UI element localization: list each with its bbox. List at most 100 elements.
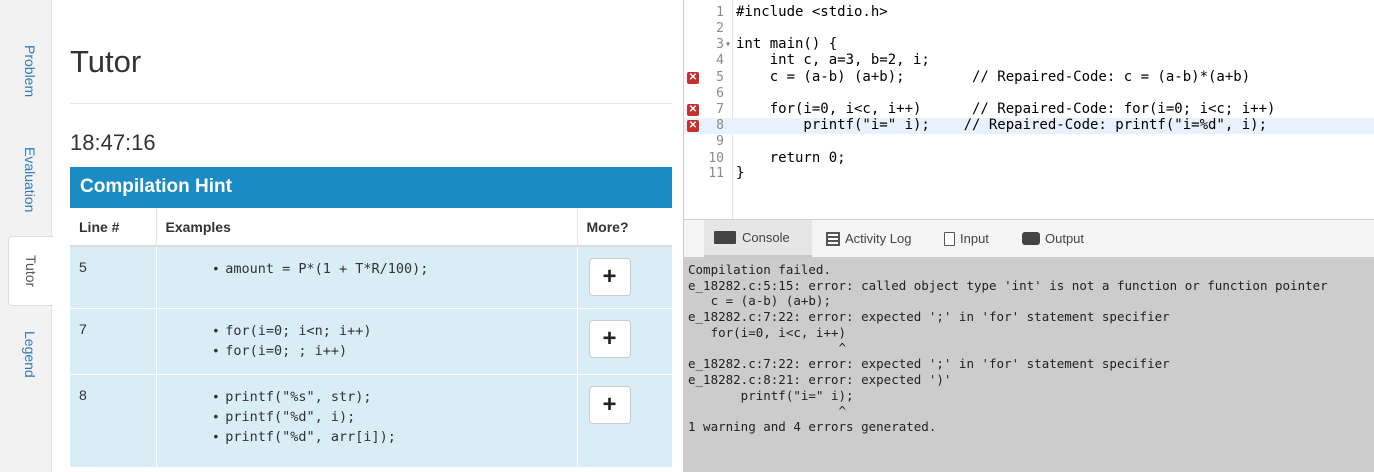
code-text: return 0; bbox=[736, 149, 846, 166]
tab-label: Input bbox=[960, 231, 989, 246]
code-text: c = (a-b) (a+b); // Repaired-Code: c = (… bbox=[736, 68, 1251, 85]
table-row: 7 for(i=0; i<n; i++) for(i=0; ; i++) + bbox=[70, 308, 672, 375]
code-text: int main() { bbox=[736, 36, 838, 52]
code-text: #include <stdio.h> bbox=[736, 4, 888, 20]
code-line[interactable]: ✕ 5 c = (a-b) (a+b); // Repaired-Code: c … bbox=[684, 68, 1374, 86]
code-line[interactable]: 4 int c, a=3, b=2, i; bbox=[684, 52, 1374, 69]
printer-icon bbox=[1022, 232, 1040, 245]
more-button[interactable]: + bbox=[588, 320, 631, 358]
line-number: 2 bbox=[716, 20, 724, 36]
error-marker-icon[interactable]: ✕ bbox=[687, 103, 699, 116]
tutor-panel: Tutor 18:47:16 Compilation Hint Line # E… bbox=[70, 0, 672, 472]
example-item: amount = P*(1 + T*R/100); bbox=[214, 259, 568, 279]
console-line: e_18282.c:5:15: error: called object typ… bbox=[688, 277, 1328, 293]
more-cell: + bbox=[576, 308, 672, 375]
console-line: c = (a-b) (a+b); bbox=[688, 293, 831, 309]
console-line: e_18282.c:7:22: error: expected ';' in '… bbox=[688, 309, 1170, 325]
code-line[interactable]: 9 bbox=[684, 134, 1374, 150]
code-line[interactable]: 2 bbox=[684, 21, 1374, 37]
code-line[interactable]: ✕ 8 printf("i=" i); // Repaired-Code: pri… bbox=[684, 117, 1374, 134]
list-icon bbox=[826, 231, 840, 246]
console-line: e_18282.c:8:21: error: expected ')' bbox=[688, 371, 952, 387]
side-tab-label: Evaluation bbox=[22, 147, 38, 213]
line-number: 10 bbox=[708, 150, 724, 166]
side-tab-strip: Problem Evaluation Tutor Legend bbox=[0, 0, 53, 472]
examples-cell: for(i=0; i<n; i++) for(i=0; ; i++) bbox=[155, 308, 577, 375]
console-line: for(i=0, i<c, i++) bbox=[688, 324, 847, 340]
tab-output[interactable]: Output bbox=[1012, 220, 1094, 257]
code-editor[interactable]: 1 #include <stdio.h> 2 3 ▾ int main() {4 int … bbox=[683, 0, 1374, 219]
table-header-row: Line # Examples More? bbox=[70, 208, 672, 247]
code-text: printf("i=" i); // Repaired-Code: printf… bbox=[736, 117, 1268, 133]
code-text: for(i=0, i<c, i++) // Repaired-Code: for… bbox=[736, 100, 1276, 117]
timer: 18:47:16 bbox=[70, 130, 156, 155]
tab-console[interactable]: Console bbox=[704, 220, 812, 257]
console-line: 1 warning and 4 errors generated. bbox=[688, 418, 937, 434]
console-line: Compilation failed. bbox=[688, 262, 831, 277]
side-tab-label: Problem bbox=[22, 44, 38, 98]
file-icon bbox=[944, 231, 955, 246]
column-header-line: Line # bbox=[70, 208, 156, 247]
table-row: 5 amount = P*(1 + T*R/100); + bbox=[70, 245, 672, 309]
example-item: printf("%d", arr[i]); bbox=[214, 427, 568, 447]
example-item: printf("%d", i); bbox=[214, 407, 568, 427]
line-number: 8 bbox=[716, 118, 724, 133]
side-tab-label: Legend bbox=[22, 330, 38, 378]
tab-label: Activity Log bbox=[845, 231, 912, 246]
more-cell: + bbox=[576, 374, 672, 467]
examples-list: for(i=0; i<n; i++) for(i=0; ; i++) bbox=[166, 321, 568, 361]
example-item: printf("%s", str); bbox=[214, 387, 568, 407]
monitor-icon bbox=[714, 231, 736, 244]
table-row: 8 printf("%s", str); printf("%d", i); pr… bbox=[70, 374, 672, 467]
code-line[interactable]: 10 return 0; bbox=[684, 149, 1374, 167]
side-tab-legend[interactable]: Legend bbox=[8, 322, 52, 386]
divider bbox=[70, 103, 672, 104]
code-text: } bbox=[736, 165, 745, 181]
line-number: 7 bbox=[716, 101, 724, 117]
code-line[interactable]: 1 #include <stdio.h> bbox=[684, 4, 1374, 21]
example-item: for(i=0; i<n; i++) bbox=[214, 321, 568, 341]
side-tab-tutor[interactable]: Tutor bbox=[8, 236, 53, 306]
line-number-cell: 8 bbox=[70, 374, 156, 467]
page-title: Tutor bbox=[70, 44, 142, 79]
console-line: ^ bbox=[688, 340, 847, 356]
line-number: 3 bbox=[716, 37, 724, 52]
line-number: 1 bbox=[716, 5, 724, 20]
more-cell: + bbox=[576, 245, 672, 309]
console-line: printf("i=" i); bbox=[688, 387, 854, 403]
console-line: ^ bbox=[688, 403, 847, 419]
tab-label: Console bbox=[742, 230, 790, 245]
line-number: 6 bbox=[716, 86, 724, 101]
error-marker-icon[interactable]: ✕ bbox=[687, 71, 699, 84]
side-tab-problem[interactable]: Problem bbox=[8, 40, 52, 102]
code-line[interactable]: ✕ 7 for(i=0, i<c, i++) // Repaired-Code: … bbox=[684, 100, 1374, 118]
hint-table: Line # Examples More? 5 amount = P*(1 + … bbox=[70, 208, 672, 467]
side-tab-label: Tutor bbox=[23, 254, 39, 288]
line-number-cell: 7 bbox=[70, 308, 156, 375]
more-button[interactable]: + bbox=[588, 258, 631, 296]
side-tab-evaluation[interactable]: Evaluation bbox=[8, 140, 52, 220]
tab-input[interactable]: Input bbox=[934, 220, 999, 257]
column-header-examples: Examples bbox=[155, 208, 577, 247]
code-line[interactable]: 3 ▾ int main() { bbox=[684, 36, 1374, 53]
line-number-cell: 5 bbox=[70, 245, 156, 309]
examples-cell: amount = P*(1 + T*R/100); bbox=[155, 245, 577, 309]
console-output: Compilation failed. e_18282.c:5:15: error… bbox=[683, 257, 1374, 472]
console-tab-bar: Console Activity Log Input Output bbox=[683, 220, 1374, 257]
fold-icon[interactable]: ▾ bbox=[725, 37, 731, 53]
line-number: 4 bbox=[716, 53, 724, 68]
code-text: int c, a=3, b=2, i; bbox=[736, 52, 930, 68]
code-line[interactable]: 6 bbox=[684, 86, 1374, 102]
tab-label: Output bbox=[1045, 231, 1085, 246]
console-line: e_18282.c:7:22: error: expected ';' in '… bbox=[688, 356, 1170, 372]
examples-cell: printf("%s", str); printf("%d", i); prin… bbox=[155, 374, 577, 467]
tab-activity-log[interactable]: Activity Log bbox=[816, 220, 921, 257]
column-header-more: More? bbox=[576, 208, 672, 247]
compilation-hint-header: Compilation Hint bbox=[70, 167, 672, 208]
code-line[interactable]: 11} bbox=[684, 165, 1374, 182]
example-item: for(i=0; ; i++) bbox=[214, 341, 568, 361]
line-number: 11 bbox=[708, 166, 724, 181]
error-marker-icon[interactable]: ✕ bbox=[687, 120, 699, 132]
examples-list: amount = P*(1 + T*R/100); bbox=[166, 259, 568, 279]
more-button[interactable]: + bbox=[588, 386, 631, 424]
